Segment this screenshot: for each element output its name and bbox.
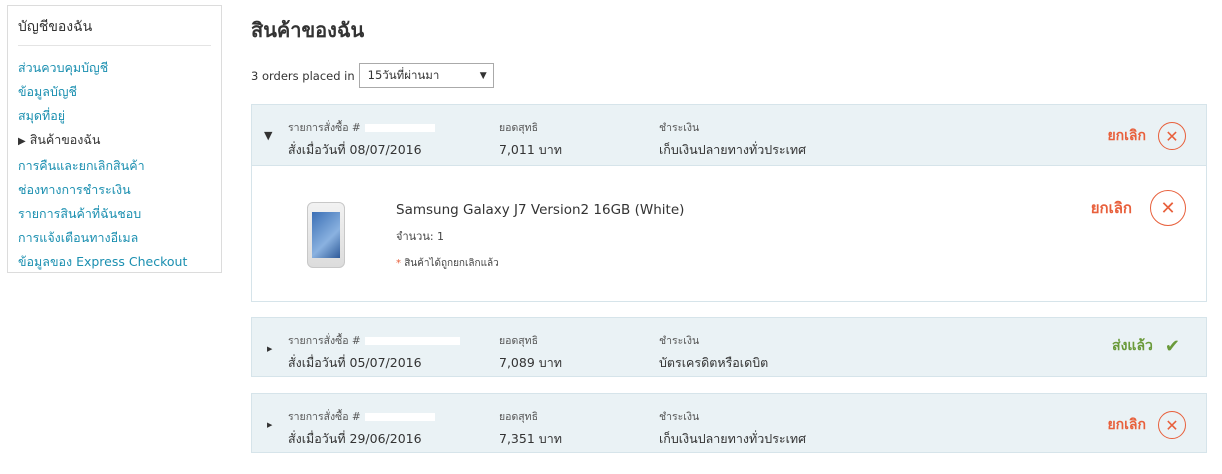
order-status: ยกเลิก ✕ [1107,411,1186,439]
order-status-text: ส่งแล้ว [1112,338,1153,354]
account-sidebar: บัญชีของฉัน ส่วนควบคุมบัญชี ข้อมูลบัญชี … [7,5,222,273]
close-circle-icon: ✕ [1150,190,1186,226]
order-number-redacted [364,413,435,421]
sidebar-item-payment-methods[interactable]: ช่องทางการชำระเงิน [18,178,211,202]
order-number-column: รายการสั่งซื้อ # สั่งเมื่อวันที่ 08/07/2… [288,119,435,160]
order-date: สั่งเมื่อวันที่ 29/06/2016 [288,431,422,446]
order-status: ส่งแล้ว ✔ [1112,335,1180,357]
order-payment-label: ชำระเงิน [659,335,700,347]
product-quantity: จำนวน: 1 [396,230,445,243]
period-select[interactable]: 15วันที่ผ่านมา ▼ [358,63,494,88]
product-image-screen [312,212,340,258]
close-circle-icon: ✕ [1158,411,1186,439]
order-item: Samsung Galaxy J7 Version2 16GB (White) … [252,165,1206,301]
order-header[interactable]: ▶ รายการสั่งซื้อ # สั่งเมื่อวันที่ 05/07… [252,318,1206,376]
item-status-text: ยกเลิก [1090,199,1132,217]
order-header[interactable]: ▼ รายการสั่งซื้อ # สั่งเมื่อวันที่ 08/07… [252,105,1206,165]
item-status: ยกเลิก ✕ [1091,190,1186,226]
order-total-label: ยอดสุทธิ [499,335,539,347]
period-select-value: 15วันที่ผ่านมา [367,67,440,82]
order-payment: บัตรเครดิตหรือเดบิต [659,355,769,370]
order-number-column: รายการสั่งซื้อ # สั่งเมื่อวันที่ 05/07/2… [288,332,460,373]
order-total-label: ยอดสุทธิ [499,411,539,423]
order-status: ยกเลิก ✕ [1107,122,1186,150]
order-filter: 3 orders placed in 15วันที่ผ่านมา ▼ [251,63,494,88]
order-payment: เก็บเงินปลายทางทั่วประเทศ [659,431,807,446]
order-number-label: รายการสั่งซื้อ # [288,335,361,347]
order-total: 7,089 บาท [499,355,562,370]
order-total-column: ยอดสุทธิ 7,351 บาท [499,408,562,449]
sidebar-item-email-notifications[interactable]: การแจ้งเตือนทางอีเมล [18,226,211,250]
product-note-text: สินค้าได้ถูกยกเลิกแล้ว [404,258,499,269]
sidebar-item-address-book[interactable]: สมุดที่อยู่ [18,104,211,128]
order-status-text: ยกเลิก [1107,417,1146,433]
check-icon: ✔ [1164,335,1180,357]
order-status-text: ยกเลิก [1107,128,1146,144]
order-payment-column: ชำระเงิน เก็บเงินปลายทางทั่วประเทศ [659,408,806,449]
sidebar-item-wishlist[interactable]: รายการสินค้าที่ฉันชอบ [18,202,211,226]
caret-down-icon[interactable]: ▼ [264,129,272,142]
sidebar-menu: ส่วนควบคุมบัญชี ข้อมูลบัญชี สมุดที่อยู่ … [18,56,211,274]
order-total: 7,351 บาท [499,431,562,446]
sidebar-item-account-dashboard[interactable]: ส่วนควบคุมบัญชี [18,56,211,80]
order-card: ▶ รายการสั่งซื้อ # สั่งเมื่อวันที่ 05/07… [251,317,1207,377]
caret-right-icon[interactable]: ▶ [267,421,272,429]
sidebar-item-my-orders[interactable]: ▶ สินค้าของฉัน [18,128,211,154]
order-payment-column: ชำระเงิน เก็บเงินปลายทางทั่วประเทศ [659,119,806,160]
sidebar-item-account-info[interactable]: ข้อมูลบัญชี [18,80,211,104]
order-number-redacted [364,337,460,345]
order-number-label: รายการสั่งซื้อ # [288,411,361,423]
sidebar-item-returns[interactable]: การคืนและยกเลิกสินค้า [18,154,211,178]
order-card: ▶ รายการสั่งซื้อ # สั่งเมื่อวันที่ 29/06… [251,393,1207,453]
caret-right-icon: ▶ [18,136,26,147]
filter-label: 3 orders placed in [251,68,355,83]
chevron-down-icon: ▼ [479,70,487,81]
order-payment: เก็บเงินปลายทางทั่วประเทศ [659,142,807,157]
order-total-label: ยอดสุทธิ [499,122,539,134]
order-header[interactable]: ▶ รายการสั่งซื้อ # สั่งเมื่อวันที่ 29/06… [252,394,1206,452]
sidebar-item-label: สินค้าของฉัน [29,132,101,147]
close-circle-icon: ✕ [1158,122,1186,150]
order-number-label: รายการสั่งซื้อ # [288,122,361,134]
order-date: สั่งเมื่อวันที่ 08/07/2016 [288,142,422,157]
product-note: * สินค้าได้ถูกยกเลิกแล้ว [396,256,499,271]
asterisk: * [396,258,405,269]
order-number-column: รายการสั่งซื้อ # สั่งเมื่อวันที่ 29/06/2… [288,408,435,449]
order-total-column: ยอดสุทธิ 7,011 บาท [499,119,562,160]
order-payment-column: ชำระเงิน บัตรเครดิตหรือเดบิต [659,332,768,373]
order-payment-label: ชำระเงิน [659,122,700,134]
sidebar-title: บัญชีของฉัน [18,16,211,46]
order-total-column: ยอดสุทธิ 7,089 บาท [499,332,562,373]
order-number-redacted [364,124,435,132]
product-name[interactable]: Samsung Galaxy J7 Version2 16GB (White) [396,202,684,218]
product-image[interactable] [307,202,345,268]
order-card: ▼ รายการสั่งซื้อ # สั่งเมื่อวันที่ 08/07… [251,104,1207,302]
caret-right-icon[interactable]: ▶ [267,345,272,353]
order-date: สั่งเมื่อวันที่ 05/07/2016 [288,355,422,370]
order-payment-label: ชำระเงิน [659,411,700,423]
order-total: 7,011 บาท [499,142,562,157]
page-title: สินค้าของฉัน [251,18,365,42]
sidebar-item-express-checkout[interactable]: ข้อมูลของ Express Checkout [18,250,211,274]
